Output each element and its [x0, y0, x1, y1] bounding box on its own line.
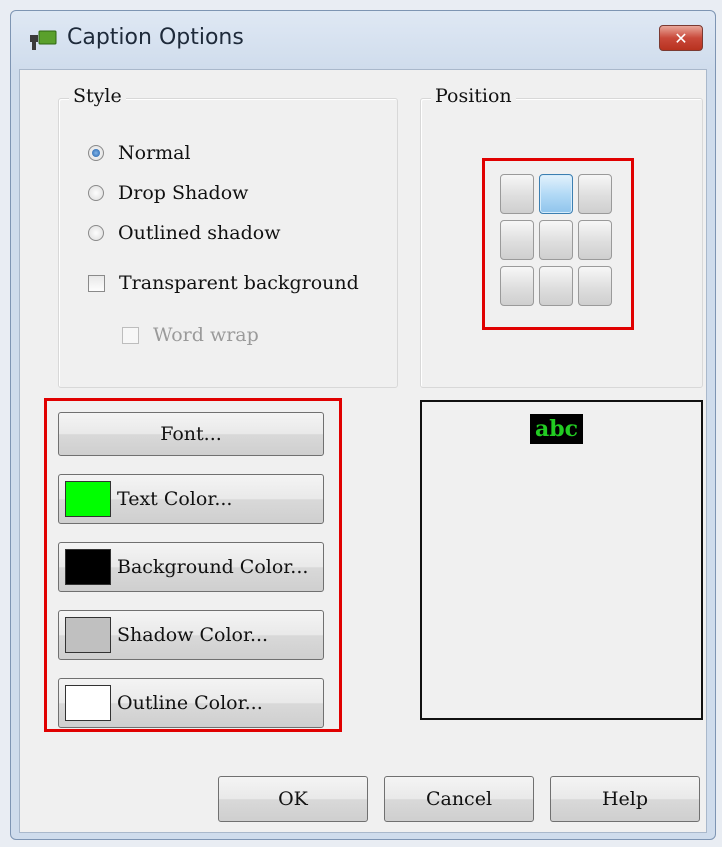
- checkbox-label: Word wrap: [153, 324, 259, 346]
- background-color-label: Background Color...: [117, 556, 309, 578]
- text-color-swatch: [65, 481, 111, 517]
- app-icon: [30, 30, 57, 50]
- background-color-swatch: [65, 549, 111, 585]
- radio-button[interactable]: [88, 225, 104, 241]
- position-middle-left[interactable]: [500, 220, 534, 260]
- outline-color-label: Outline Color...: [117, 692, 263, 714]
- position-bottom-center[interactable]: [539, 266, 573, 306]
- shadow-color-swatch: [65, 617, 111, 653]
- ok-button-label: OK: [278, 788, 308, 810]
- position-middle-right[interactable]: [578, 220, 612, 260]
- cancel-button-label: Cancel: [425, 788, 493, 810]
- shadow-color-label: Shadow Color...: [117, 624, 269, 646]
- position-group-label: Position: [431, 85, 516, 107]
- position-top-left[interactable]: [500, 174, 534, 214]
- radio-label: Normal: [118, 142, 191, 164]
- preview-text: abc: [530, 414, 584, 444]
- transparent-background-checkbox[interactable]: Transparent background: [88, 272, 359, 294]
- shadow-color-button[interactable]: Shadow Color...: [58, 610, 324, 660]
- checkbox[interactable]: [88, 274, 105, 292]
- dialog-body: Style Normal Drop Shadow Outlined shadow…: [19, 69, 707, 833]
- close-button[interactable]: ✕: [659, 25, 703, 51]
- cancel-button[interactable]: Cancel: [384, 776, 534, 822]
- help-button-label: Help: [601, 788, 649, 810]
- radio-label: Drop Shadow: [118, 182, 249, 204]
- checkbox-label: Transparent background: [119, 272, 359, 294]
- text-color-button[interactable]: Text Color...: [58, 474, 324, 524]
- position-middle-center[interactable]: [539, 220, 573, 260]
- radio-button[interactable]: [88, 185, 104, 201]
- caption-options-dialog: Caption Options ✕ Style Normal Drop Shad…: [10, 10, 716, 840]
- checkbox: [122, 326, 139, 344]
- position-top-center[interactable]: [539, 174, 573, 214]
- radio-label: Outlined shadow: [118, 222, 281, 244]
- font-button[interactable]: Font...: [58, 412, 324, 456]
- radio-button[interactable]: [88, 145, 104, 161]
- outline-color-swatch: [65, 685, 111, 721]
- text-color-label: Text Color...: [117, 488, 233, 510]
- position-top-right[interactable]: [578, 174, 612, 214]
- background-color-button[interactable]: Background Color...: [58, 542, 324, 592]
- radio-drop-shadow[interactable]: Drop Shadow: [88, 182, 248, 204]
- title-bar[interactable]: Caption Options ✕: [11, 11, 715, 69]
- ok-button[interactable]: OK: [218, 776, 368, 822]
- help-button[interactable]: Help: [550, 776, 700, 822]
- close-icon: ✕: [674, 28, 688, 48]
- word-wrap-checkbox: Word wrap: [122, 324, 259, 346]
- caption-preview: abc: [420, 400, 703, 720]
- position-bottom-left[interactable]: [500, 266, 534, 306]
- radio-normal[interactable]: Normal: [88, 142, 191, 164]
- window-title: Caption Options: [67, 25, 244, 50]
- style-group-label: Style: [69, 85, 126, 107]
- font-button-label: Font...: [160, 423, 222, 445]
- radio-outlined-shadow[interactable]: Outlined shadow: [88, 222, 280, 244]
- position-bottom-right[interactable]: [578, 266, 612, 306]
- position-grid: [500, 174, 616, 306]
- outline-color-button[interactable]: Outline Color...: [58, 678, 324, 728]
